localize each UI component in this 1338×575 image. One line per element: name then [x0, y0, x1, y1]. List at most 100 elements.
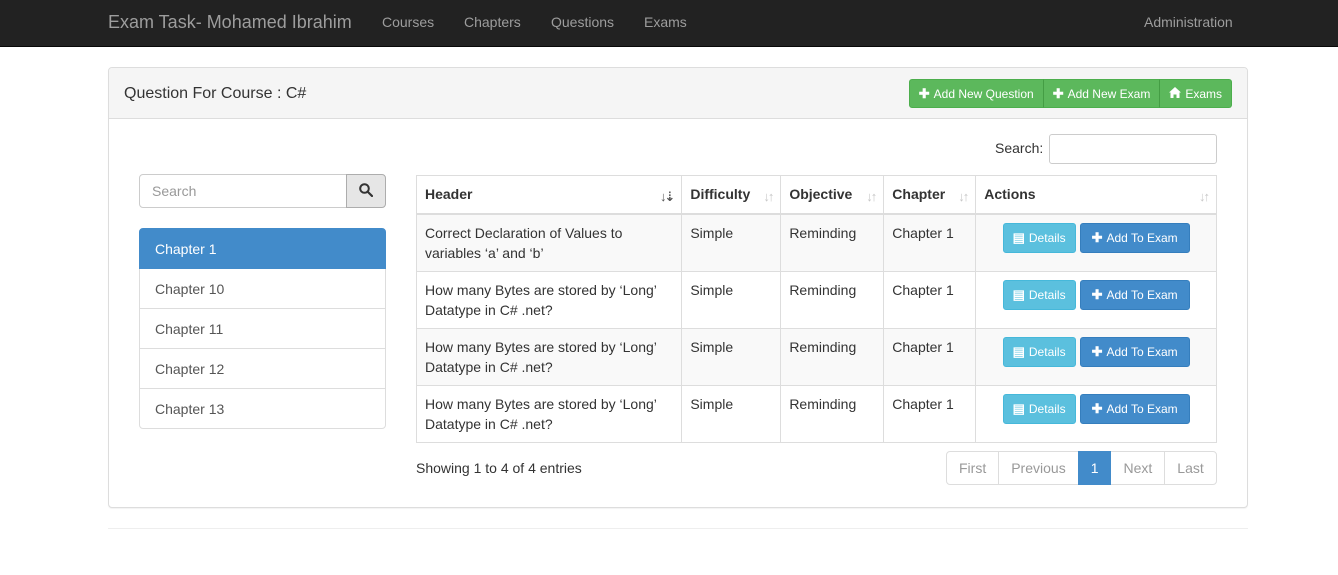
- table-header-row: Header ↓⇣ Difficulty ↓↑ Objective ↓↑ Chapte…: [415, 175, 1217, 215]
- panel-button-group: ✚ Add New Question ✚ Add New Exam Exams: [908, 79, 1232, 108]
- column-header-label: Difficulty: [690, 186, 751, 202]
- add-to-exam-label: Add To Exam: [1106, 344, 1178, 359]
- add-new-exam-button[interactable]: ✚ Add New Exam: [1042, 79, 1161, 108]
- column-header-label: Objective: [789, 186, 853, 202]
- cell-difficulty: Simple: [681, 213, 782, 272]
- add-new-question-button[interactable]: ✚ Add New Question: [908, 79, 1044, 108]
- column-header-difficulty[interactable]: Difficulty ↓↑: [681, 175, 782, 215]
- cell-difficulty: Simple: [681, 270, 782, 329]
- brand-link[interactable]: Exam Task- Mohamed Ibrahim: [108, 12, 352, 32]
- table-info-text: Showing 1 to 4 of 4 entries: [416, 460, 582, 476]
- table-row: Correct Declaration of Values to variabl…: [415, 213, 1217, 272]
- pagination-next[interactable]: Next: [1110, 451, 1166, 485]
- cell-objective: Reminding: [780, 327, 885, 386]
- add-to-exam-button[interactable]: ✚ Add To Exam: [1079, 336, 1190, 367]
- details-button[interactable]: ▤ Details: [1002, 336, 1076, 367]
- cell-actions: ▤ Details ✚ Add To Exam: [975, 213, 1217, 272]
- chapter-item-12[interactable]: Chapter 12: [139, 348, 386, 389]
- nav-exams[interactable]: Exams: [644, 14, 687, 30]
- sort-asc-icon: ↓⇣: [659, 189, 675, 204]
- pagination-last[interactable]: Last: [1164, 451, 1217, 485]
- column-header-label: Actions: [984, 186, 1036, 202]
- cell-header: How many Bytes are stored by ‘Long’ Data…: [415, 270, 683, 329]
- chapter-item-11[interactable]: Chapter 11: [139, 308, 386, 349]
- nav-administration[interactable]: Administration: [1144, 14, 1233, 30]
- table-row: How many Bytes are stored by ‘Long’ Data…: [415, 270, 1217, 329]
- plus-icon: ✚: [1052, 85, 1064, 101]
- pagination-previous[interactable]: Previous: [998, 451, 1079, 485]
- plus-icon: ✚: [918, 85, 930, 101]
- cell-objective: Reminding: [780, 270, 885, 329]
- plus-icon: ✚: [1091, 286, 1103, 302]
- cell-chapter: Chapter 1: [883, 384, 977, 443]
- list-icon: ▤: [1012, 229, 1025, 245]
- column-header-chapter[interactable]: Chapter ↓↑: [883, 175, 977, 215]
- cell-objective: Reminding: [780, 213, 885, 272]
- add-to-exam-button[interactable]: ✚ Add To Exam: [1079, 222, 1190, 253]
- nav-chapters[interactable]: Chapters: [464, 14, 521, 30]
- details-label: Details: [1028, 344, 1066, 359]
- add-new-exam-label: Add New Exam: [1067, 86, 1151, 101]
- chapter-item-13[interactable]: Chapter 13: [139, 388, 386, 429]
- sort-icon: ↓↑: [958, 189, 969, 204]
- sort-icon: ↓↑: [763, 189, 774, 204]
- chapter-list: Chapter 1 Chapter 10 Chapter 11 Chapter …: [139, 228, 386, 429]
- sort-icon: ↓↑: [1199, 189, 1210, 204]
- add-new-question-label: Add New Question: [933, 86, 1034, 101]
- cell-actions: ▤ Details ✚ Add To Exam: [975, 384, 1217, 443]
- search-icon: [359, 182, 374, 200]
- list-icon: ▤: [1012, 286, 1025, 302]
- cell-difficulty: Simple: [681, 327, 782, 386]
- column-header-label: Header: [425, 186, 473, 202]
- cell-chapter: Chapter 1: [883, 213, 977, 272]
- panel-heading: Question For Course : C# ✚ Add New Quest…: [109, 68, 1247, 119]
- list-icon: ▤: [1012, 400, 1025, 416]
- footer-divider: [108, 528, 1248, 529]
- cell-chapter: Chapter 1: [883, 270, 977, 329]
- column-header-actions[interactable]: Actions ↓↑: [975, 175, 1217, 215]
- chapter-item-10[interactable]: Chapter 10: [139, 268, 386, 309]
- top-navbar: Exam Task- Mohamed Ibrahim Courses Chapt…: [0, 0, 1338, 47]
- exams-button[interactable]: Exams: [1159, 79, 1232, 108]
- add-to-exam-label: Add To Exam: [1106, 230, 1178, 245]
- plus-icon: ✚: [1091, 400, 1103, 416]
- sort-icon: ↓↑: [866, 189, 877, 204]
- cell-objective: Reminding: [780, 384, 885, 443]
- nav-questions[interactable]: Questions: [551, 14, 614, 30]
- column-header-label: Chapter: [892, 186, 946, 202]
- questions-table: Header ↓⇣ Difficulty ↓↑ Objective ↓↑ Chapte…: [415, 175, 1217, 443]
- chapter-item-1[interactable]: Chapter 1: [139, 228, 386, 269]
- nav-courses[interactable]: Courses: [382, 14, 434, 30]
- add-to-exam-button[interactable]: ✚ Add To Exam: [1079, 393, 1190, 424]
- details-label: Details: [1028, 287, 1066, 302]
- cell-header: How many Bytes are stored by ‘Long’ Data…: [415, 384, 683, 443]
- home-icon: [1169, 86, 1182, 101]
- table-search-input[interactable]: [1049, 134, 1217, 164]
- details-button[interactable]: ▤ Details: [1002, 222, 1076, 253]
- chapter-search-button[interactable]: [346, 174, 386, 208]
- plus-icon: ✚: [1091, 229, 1103, 245]
- add-to-exam-label: Add To Exam: [1106, 287, 1178, 302]
- details-label: Details: [1028, 230, 1066, 245]
- chapter-search-group: [139, 174, 386, 208]
- exams-label: Exams: [1185, 86, 1222, 101]
- add-to-exam-button[interactable]: ✚ Add To Exam: [1079, 279, 1190, 310]
- pagination-first[interactable]: First: [946, 451, 1000, 485]
- page-title: Question For Course : C#: [124, 85, 307, 102]
- chapter-search-input[interactable]: [139, 174, 347, 208]
- column-header-header[interactable]: Header ↓⇣: [415, 175, 683, 215]
- cell-chapter: Chapter 1: [883, 327, 977, 386]
- add-to-exam-label: Add To Exam: [1106, 401, 1178, 416]
- details-button[interactable]: ▤ Details: [1002, 279, 1076, 310]
- pagination-page-current[interactable]: 1: [1077, 451, 1112, 485]
- column-header-objective[interactable]: Objective ↓↑: [780, 175, 885, 215]
- plus-icon: ✚: [1091, 343, 1103, 359]
- table-row: How many Bytes are stored by ‘Long’ Data…: [415, 327, 1217, 386]
- cell-header: How many Bytes are stored by ‘Long’ Data…: [415, 327, 683, 386]
- cell-actions: ▤ Details ✚ Add To Exam: [975, 270, 1217, 329]
- cell-actions: ▤ Details ✚ Add To Exam: [975, 327, 1217, 386]
- pagination: First Previous 1 Next Last: [946, 451, 1217, 485]
- details-button[interactable]: ▤ Details: [1002, 393, 1076, 424]
- list-icon: ▤: [1012, 343, 1025, 359]
- cell-difficulty: Simple: [681, 384, 782, 443]
